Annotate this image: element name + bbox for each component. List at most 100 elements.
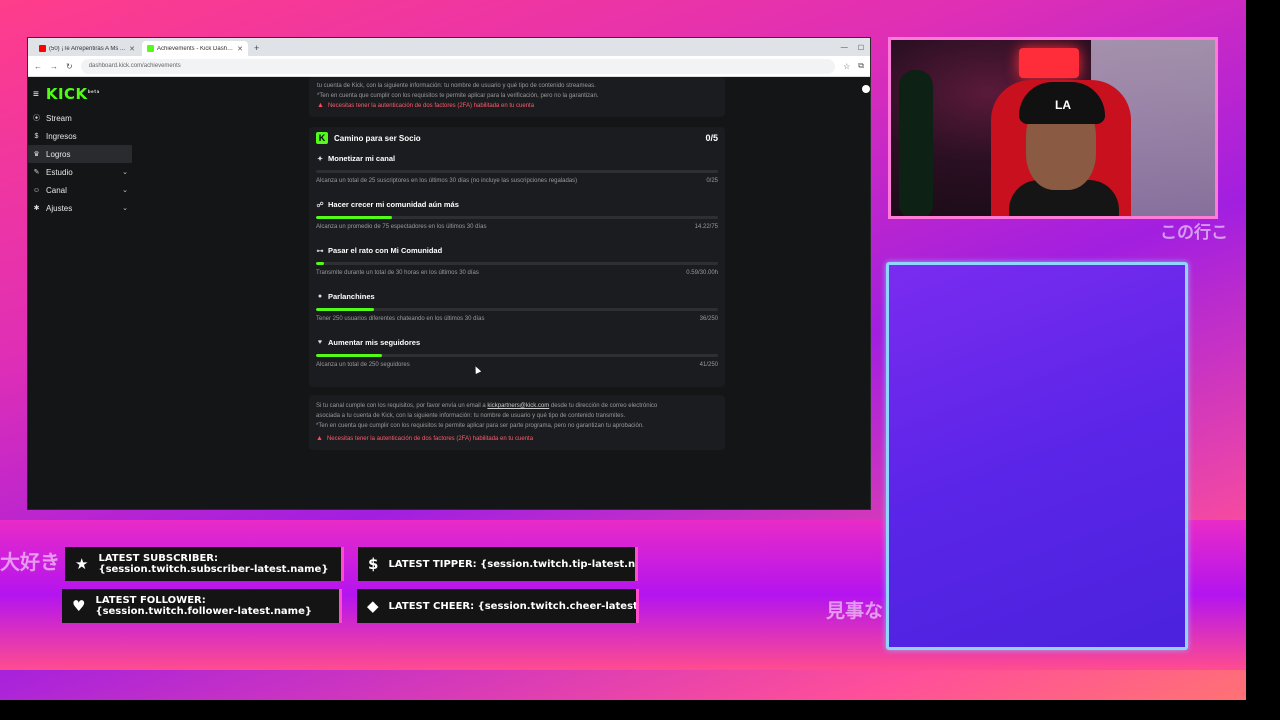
ticker-text: LATEST SUBSCRIBER: {session.twitch.subsc…	[98, 553, 329, 575]
reload-icon[interactable]: ↻	[66, 62, 73, 71]
requirement-progress: 0.59/30.00h	[686, 270, 718, 276]
bookmark-star-icon[interactable]: ☆	[843, 62, 850, 71]
warning-text: Necesitas tener la autenticación de dos …	[326, 436, 534, 442]
close-icon[interactable]: ✕	[129, 45, 135, 53]
window-controls: — ☐	[835, 44, 870, 56]
requirement-footer: Transmite durante un total de 30 horas e…	[316, 270, 718, 276]
tab-kick-dashboard[interactable]: Achievements - Kick Dashboard ✕	[142, 41, 248, 56]
requirement-item: ✦ Monetizar mi canal Alcanza un total de 2…	[309, 149, 725, 195]
partner-info-line3: *Ten en cuenta que cumplir con los requi…	[316, 423, 644, 429]
chevron-down-icon[interactable]: ⌄	[122, 204, 128, 212]
webcam-plant	[899, 70, 933, 216]
webcam-feed: LA	[888, 37, 1218, 219]
sidebar-item-label: Ajustes	[46, 203, 73, 213]
requirement-description: Alcanza un total de 25 suscriptores en l…	[316, 178, 578, 184]
progress-bar	[316, 170, 718, 173]
japanese-text-bottom-right: 見事な	[826, 600, 884, 622]
progress-bar	[316, 308, 718, 311]
sidebar-item-label: Estudio	[46, 167, 73, 177]
dollar-icon: $	[368, 555, 379, 573]
partner-info-line2: asociada a tu cuenta de Kick, con la sig…	[316, 413, 626, 419]
requirement-progress: 14.22/75	[694, 224, 718, 230]
sidebar-item-canal[interactable]: ☺ Canal ⌄	[28, 181, 132, 199]
partner-email-link[interactable]: kickpartners@kick.com	[487, 403, 549, 409]
requirement-title: ✦ Monetizar mi canal	[316, 149, 718, 163]
diamond-icon: ◆	[367, 597, 379, 615]
requirement-item: ⊶ Pasar el rato con Mi Comunidad Transmite…	[309, 241, 725, 287]
tab-youtube[interactable]: (50) ¡Te Arrepentirás A Ms ... ✕	[34, 41, 140, 56]
tab-title: (50) ¡Te Arrepentirás A Ms ...	[49, 45, 126, 52]
japanese-text-top-right: この行こ	[1160, 223, 1228, 243]
gear-icon: ✱	[33, 205, 40, 212]
progress-bar	[316, 354, 718, 357]
verification-card: tu cuenta de Kick, con la siguiente info…	[309, 77, 725, 117]
disclaimer-text: *Ten en cuenta que cumplir con los requi…	[317, 93, 599, 99]
bottom-black-strip	[0, 700, 1280, 720]
sidebar: ≡ KICKbeta ⦿ Stream $ Ingresos ♛ Logros ✎ Estud…	[28, 77, 132, 509]
requirement-description: Alcanza un promedio de 75 espectadores e…	[316, 224, 487, 230]
tab-title: Achievements - Kick Dashboard	[157, 45, 235, 52]
maximize-icon[interactable]: ☐	[858, 44, 864, 52]
menu-icon[interactable]: ≡	[33, 89, 39, 100]
progress-bar	[316, 262, 718, 265]
chevron-down-icon[interactable]: ⌄	[122, 168, 128, 176]
sidebar-item-label: Ingresos	[46, 131, 77, 141]
progress-fill	[316, 354, 382, 357]
address-bar: ← → ↻ dashboard.kick.com/achievements ☆ …	[28, 56, 870, 77]
tab-bar: (50) ¡Te Arrepentirás A Ms ... ✕ Achieve…	[28, 38, 870, 56]
close-icon[interactable]: ✕	[237, 45, 243, 53]
requirement-title-text: Monetizar mi canal	[328, 154, 396, 163]
profile-avatar[interactable]	[862, 85, 870, 93]
forward-icon[interactable]: →	[50, 62, 58, 71]
requirement-footer: Alcanza un total de 25 suscriptores en l…	[316, 178, 718, 184]
ticker-text: LATEST TIPPER: {session.twitch.tip-lates…	[388, 558, 636, 570]
kick-icon	[147, 45, 154, 52]
progress-fill	[316, 308, 374, 311]
requirement-footer: Alcanza un promedio de 75 espectadores e…	[316, 224, 718, 230]
latest-cheer-ticker: ◆ LATEST CHEER: {session.twitch.cheer-la…	[357, 589, 639, 623]
heart-icon: ♥	[317, 339, 323, 346]
url-input[interactable]: dashboard.kick.com/achievements	[80, 58, 836, 74]
sidebar-item-estudio[interactable]: ✎ Estudio ⌄	[28, 163, 132, 181]
warning-text: Necesitas tener la autenticación de dos …	[327, 103, 535, 109]
kick-logo[interactable]: KICKbeta	[46, 85, 100, 103]
progress-fill	[316, 262, 325, 265]
requirement-title-text: Parlanchines	[328, 292, 375, 301]
kick-dashboard-page: ≡ KICKbeta ⦿ Stream $ Ingresos ♛ Logros ✎ Estud…	[28, 77, 870, 509]
sidebar-item-stream[interactable]: ⦿ Stream	[28, 109, 132, 127]
new-tab-button[interactable]: +	[250, 43, 263, 56]
partner-card-header: K Camino para ser Socio 0/5	[309, 127, 725, 149]
ticker-text: LATEST CHEER: {session.twitch.cheer-late…	[388, 600, 638, 612]
sidebar-item-ajustes[interactable]: ✱ Ajustes ⌄	[28, 199, 132, 217]
requirement-title-text: Pasar el rato con Mi Comunidad	[328, 246, 443, 255]
chevron-down-icon[interactable]: ⌄	[122, 186, 128, 194]
broadcast-icon: ⦿	[33, 115, 40, 122]
youtube-icon	[39, 45, 46, 52]
partner-card-title: Camino para ser Socio	[334, 133, 421, 143]
achievements-content: tu cuenta de Kick, con la siguiente info…	[309, 77, 725, 450]
sidebar-item-label: Canal	[46, 185, 67, 195]
ticker-text: LATEST FOLLOWER: {session.twitch.followe…	[95, 595, 313, 617]
requirement-title-text: Hacer crecer mi comunidad aún más	[328, 200, 459, 209]
sparkle-icon: ✦	[317, 155, 323, 163]
requirement-title: ☍ Hacer crecer mi comunidad aún más	[316, 195, 718, 209]
sidebar-nav: ⦿ Stream $ Ingresos ♛ Logros ✎ Estudio ⌄ ☺ Canal ⌄ ✱…	[28, 109, 132, 217]
kick-badge-icon: K	[316, 132, 328, 144]
requirement-title: ● Parlanchines	[316, 287, 718, 301]
star-icon: ★	[75, 555, 89, 573]
overlay-panel	[886, 262, 1188, 650]
user-icon: ☺	[32, 186, 41, 194]
requirement-item: ● Parlanchines Tener 250 usuarios diferent…	[309, 287, 725, 333]
requirement-progress: 41/250	[699, 362, 718, 368]
back-icon[interactable]: ←	[34, 62, 42, 71]
requirement-item: ☍ Hacer crecer mi comunidad aún más Alcanz…	[309, 195, 725, 241]
warning-icon: ▲	[317, 102, 324, 109]
minimize-icon[interactable]: —	[841, 44, 848, 52]
requirement-description: Transmite durante un total de 30 horas e…	[316, 270, 479, 276]
partner-info-card: Si tu canal cumple con los requisitos, p…	[309, 395, 725, 450]
requirement-footer: Tener 250 usuarios diferentes chateando …	[316, 316, 718, 322]
sidebar-item-logros[interactable]: ♛ Logros	[28, 145, 132, 163]
extensions-icon[interactable]: ⧉	[858, 61, 864, 71]
sidebar-item-ingresos[interactable]: $ Ingresos	[28, 127, 132, 145]
money-icon: $	[34, 132, 39, 140]
